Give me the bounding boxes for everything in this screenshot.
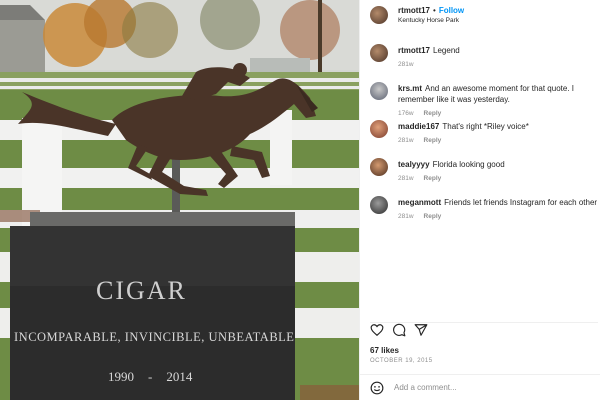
comment-body: krs.mt And an awesome moment for that quo…	[398, 83, 600, 119]
comment-text: Legend	[433, 46, 460, 55]
add-comment-bar: Add a comment...	[360, 374, 600, 401]
follow-button[interactable]: Follow	[439, 6, 464, 15]
post-side-panel: rtmott17 • Follow Kentucky Horse Park rtmo…	[359, 0, 600, 400]
header-username[interactable]: rtmott17	[398, 6, 430, 15]
comment-text: And an awesome moment for that quote. I …	[398, 84, 574, 104]
year-separator: -	[148, 369, 153, 384]
comment-username[interactable]: meganmott	[398, 198, 441, 207]
comment-body: maddie167 That's right *Riley voice* 281w…	[398, 121, 600, 146]
comment-body: meganmott Friends let friends Instagram f…	[398, 197, 600, 222]
post-photo[interactable]: CIGAR INCOMPARABLE, INVINCIBLE, UNBEATAB…	[0, 0, 359, 400]
comment-username[interactable]: tealyyyy	[398, 160, 430, 169]
avatar[interactable]	[370, 196, 388, 214]
post-header: rtmott17 • Follow Kentucky Horse Park	[370, 6, 464, 32]
reply-button[interactable]: Reply	[424, 110, 442, 117]
likes-count[interactable]: 67 likes	[370, 346, 399, 355]
avatar[interactable]	[370, 120, 388, 138]
reply-button[interactable]: Reply	[424, 175, 442, 182]
comment-time: 281w	[398, 175, 414, 182]
plaque-subtitle: INCOMPARABLE, INVINCIBLE, UNBEATABLE	[14, 330, 295, 344]
comment-username[interactable]: krs.mt	[398, 84, 422, 93]
comment-username[interactable]: maddie167	[398, 122, 439, 131]
reply-button[interactable]: Reply	[424, 137, 442, 144]
comment-time: 281w	[398, 137, 414, 144]
list-item: krs.mt And an awesome moment for that quo…	[370, 82, 598, 120]
comment-text: That's right *Riley voice*	[442, 122, 529, 131]
comments-list: rtmott17 Legend 281w krs.mt And an awesome…	[370, 44, 598, 234]
comment-body: tealyyyy Florida looking good 281w Reply	[398, 159, 600, 184]
list-item: rtmott17 Legend 281w	[370, 44, 598, 82]
share-icon[interactable]	[414, 323, 428, 337]
avatar[interactable]	[370, 82, 388, 100]
comment-text: Friends let friends Instagram for each o…	[444, 198, 598, 207]
add-comment-input[interactable]: Add a comment...	[394, 383, 457, 392]
avatar[interactable]	[370, 158, 388, 176]
avatar[interactable]	[370, 44, 388, 62]
list-item: maddie167 That's right *Riley voice* 281w…	[370, 120, 598, 158]
action-bar	[370, 322, 598, 343]
reply-button[interactable]: Reply	[424, 213, 442, 220]
list-item: tealyyyy Florida looking good 281w Reply	[370, 158, 598, 196]
header-line: rtmott17 • Follow	[398, 6, 598, 15]
comment-time: 281w	[398, 61, 414, 68]
year-end: 2014	[166, 369, 193, 384]
plaque-name: CIGAR	[96, 276, 187, 305]
comment-username[interactable]: rtmott17	[398, 46, 430, 55]
header-separator: •	[433, 6, 436, 15]
comment-text: Florida looking good	[432, 160, 505, 169]
avatar[interactable]	[370, 6, 388, 24]
emoji-icon[interactable]	[370, 381, 384, 395]
comment-time: 176w	[398, 110, 414, 117]
list-item: meganmott Friends let friends Instagram f…	[370, 196, 598, 234]
comment-body: rtmott17 Legend 281w	[398, 45, 600, 70]
header-text: rtmott17 • Follow Kentucky Horse Park	[398, 6, 598, 24]
heart-icon[interactable]	[370, 323, 384, 337]
location-link[interactable]: Kentucky Horse Park	[398, 17, 598, 24]
year-start: 1990	[108, 369, 134, 384]
comment-icon[interactable]	[392, 323, 406, 337]
comment-time: 281w	[398, 213, 414, 220]
plaque-years: 1990-2014	[108, 369, 192, 385]
post-date: OCTOBER 19, 2015	[370, 358, 433, 364]
